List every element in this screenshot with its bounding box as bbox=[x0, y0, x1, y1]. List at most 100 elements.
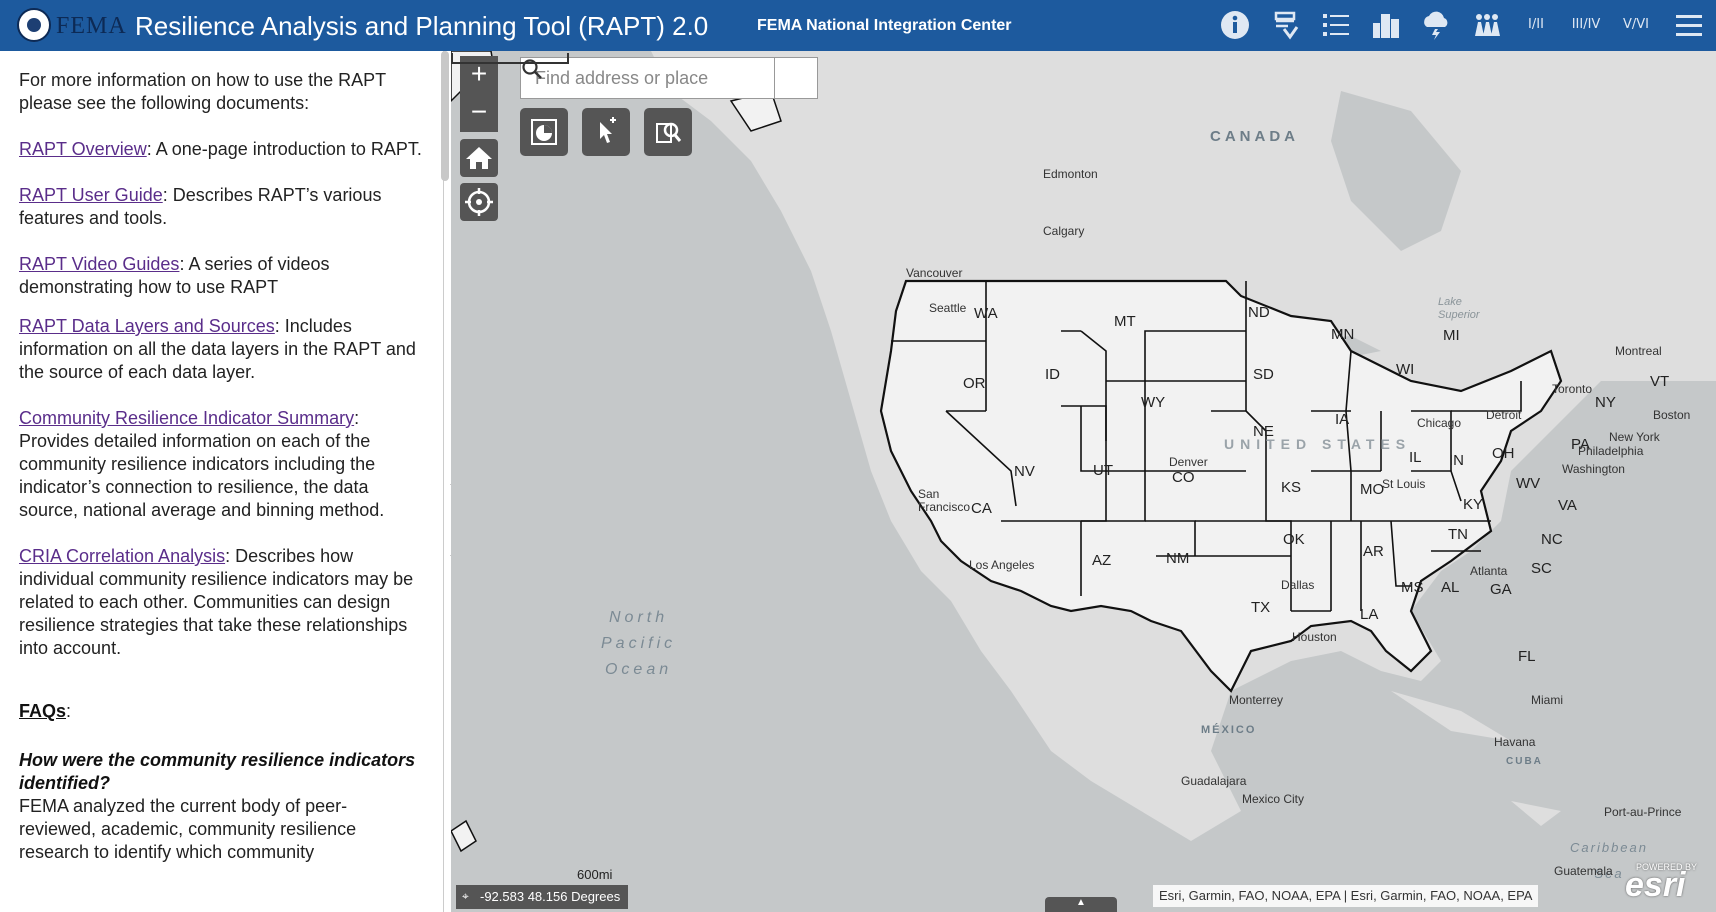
faq-answer: FEMA analyzed the current body of peer-r… bbox=[19, 796, 357, 862]
ocean-label: North Pacific Ocean bbox=[601, 609, 677, 678]
city-label: Detroit bbox=[1486, 408, 1522, 422]
doc-item: RAPT Video Guides: A series of videos de… bbox=[19, 253, 424, 299]
dhs-seal-logo bbox=[17, 8, 51, 42]
coordinate-readout[interactable]: ⌖ -92.583 48.156 Degrees bbox=[456, 885, 629, 909]
crosshair-icon bbox=[465, 188, 493, 216]
rapt-overview-link[interactable]: RAPT Overview bbox=[19, 139, 147, 159]
city-label: Miami bbox=[1531, 693, 1563, 707]
intro-text: For more information on how to use the R… bbox=[19, 70, 386, 113]
city-label: Guadalajara bbox=[1181, 774, 1247, 788]
attribute-table-toggle[interactable]: ▲ bbox=[1045, 897, 1117, 912]
population-icon[interactable] bbox=[1470, 9, 1502, 41]
query-tool-button[interactable] bbox=[644, 108, 692, 156]
crosshair-icon: ⌖ bbox=[462, 889, 469, 903]
city-label: Houston bbox=[1292, 630, 1337, 644]
rapt-video-guides-link[interactable]: RAPT Video Guides bbox=[19, 254, 179, 274]
city-label: Dallas bbox=[1281, 578, 1315, 592]
doc-item: RAPT Overview: A one-page introduction t… bbox=[19, 138, 424, 161]
state-label: TN bbox=[1448, 526, 1468, 543]
faq-question: How were the community resilience indica… bbox=[19, 750, 416, 793]
state-label: NE bbox=[1253, 423, 1274, 440]
city-label: Havana bbox=[1494, 735, 1536, 749]
menu-icon[interactable] bbox=[1673, 9, 1705, 41]
cria-correlation-link[interactable]: CRIA Correlation Analysis bbox=[19, 546, 225, 566]
city-label: San Francisco bbox=[918, 487, 971, 514]
scale-label: 600mi bbox=[577, 867, 613, 882]
storm-icon[interactable] bbox=[1420, 9, 1452, 41]
state-label: NM bbox=[1166, 550, 1190, 567]
state-label: OH bbox=[1492, 445, 1515, 462]
cri-summary-link[interactable]: Community Resilience Indicator Summary bbox=[19, 408, 354, 428]
layer-list-icon[interactable] bbox=[1270, 9, 1302, 41]
rapt-data-layers-link[interactable]: RAPT Data Layers and Sources bbox=[19, 316, 275, 336]
search-button[interactable] bbox=[522, 58, 817, 98]
state-label: OK bbox=[1283, 531, 1305, 548]
state-label: WV bbox=[1516, 475, 1541, 492]
fema-logo: FEMA bbox=[56, 13, 127, 39]
city-label: Seattle bbox=[929, 301, 967, 315]
doc-item: CRIA Correlation Analysis: Describes how… bbox=[19, 545, 424, 660]
locate-button[interactable] bbox=[460, 183, 498, 221]
app-header: FEMA Resilience Analysis and Planning To… bbox=[0, 0, 1716, 51]
panel-scrollbar[interactable] bbox=[441, 51, 449, 181]
city-label: Los Angeles bbox=[969, 558, 1035, 572]
state-label: ND bbox=[1248, 304, 1270, 321]
city-label: Atlanta bbox=[1470, 564, 1508, 578]
state-label: ID bbox=[1045, 366, 1060, 383]
chart-tool-button[interactable] bbox=[520, 108, 568, 156]
state-label: CO bbox=[1172, 469, 1195, 486]
city-label: Boston bbox=[1653, 408, 1691, 422]
lake-label: Lake Superior bbox=[1438, 296, 1480, 321]
home-button[interactable] bbox=[460, 139, 498, 177]
doc-description: : A one-page introduction to RAPT. bbox=[146, 139, 422, 159]
state-label: NC bbox=[1541, 531, 1563, 548]
city-label: Toronto bbox=[1552, 382, 1593, 396]
city-label: Vancouver bbox=[906, 266, 963, 280]
region-iii-iv-icon[interactable]: III/IV bbox=[1570, 9, 1602, 41]
country-label: MÉXICO bbox=[1201, 724, 1257, 736]
info-icon[interactable] bbox=[1219, 9, 1251, 41]
state-label: MO bbox=[1360, 481, 1385, 498]
state-label: SD bbox=[1253, 366, 1274, 383]
city-label: Denver bbox=[1169, 455, 1208, 469]
integration-center-label: FEMA National Integration Center bbox=[757, 17, 1012, 34]
zoom-out-button[interactable]: − bbox=[460, 94, 498, 132]
city-label: Monterrey bbox=[1229, 693, 1284, 707]
faq-heading: FAQs: bbox=[19, 701, 72, 721]
state-label: MS bbox=[1401, 579, 1424, 596]
city-label: St Louis bbox=[1382, 477, 1426, 491]
app-title: Resilience Analysis and Planning Tool (R… bbox=[135, 11, 709, 41]
region-i-ii-icon[interactable]: I/II bbox=[1520, 9, 1552, 41]
city-label: Philadelphia bbox=[1578, 444, 1644, 458]
select-tool-button[interactable] bbox=[582, 108, 630, 156]
map-attribution: Esri, Garmin, FAO, NOAA, EPA | Esri, Gar… bbox=[1153, 885, 1539, 907]
magnify-document-icon bbox=[656, 122, 682, 143]
esri-logo: esri bbox=[1625, 866, 1686, 904]
state-label: IL bbox=[1409, 449, 1422, 466]
state-label: KY bbox=[1463, 496, 1484, 513]
state-label: SC bbox=[1531, 560, 1552, 577]
doc-item: RAPT Data Layers and Sources: Includes i… bbox=[19, 315, 424, 384]
state-label: VA bbox=[1558, 497, 1577, 514]
state-label: MN bbox=[1331, 326, 1355, 343]
map-view[interactable]: + − CANADA UNITED STATES MÉXICO CUBA Nor… bbox=[451, 51, 1716, 912]
select-cursor-icon bbox=[600, 117, 616, 143]
city-label: Mexico City bbox=[1242, 792, 1305, 806]
region-v-vi-icon[interactable]: V/VI bbox=[1620, 9, 1652, 41]
state-label: AR bbox=[1363, 543, 1384, 560]
country-label: CUBA bbox=[1506, 756, 1543, 767]
doc-item: Community Resilience Indicator Summary: … bbox=[19, 407, 424, 522]
state-label: LA bbox=[1360, 606, 1379, 623]
legend-icon[interactable] bbox=[1320, 9, 1352, 41]
state-label: WY bbox=[1141, 394, 1166, 411]
state-label: WA bbox=[974, 305, 998, 322]
state-label: VT bbox=[1650, 373, 1670, 390]
city-label: Edmonton bbox=[1043, 167, 1098, 181]
building-icon[interactable] bbox=[1370, 9, 1402, 41]
rapt-user-guide-link[interactable]: RAPT User Guide bbox=[19, 185, 163, 205]
state-label: MI bbox=[1443, 327, 1460, 344]
home-icon bbox=[466, 147, 492, 169]
city-label: Calgary bbox=[1043, 224, 1085, 238]
state-label: AZ bbox=[1092, 552, 1112, 569]
state-label: FL bbox=[1518, 648, 1536, 665]
